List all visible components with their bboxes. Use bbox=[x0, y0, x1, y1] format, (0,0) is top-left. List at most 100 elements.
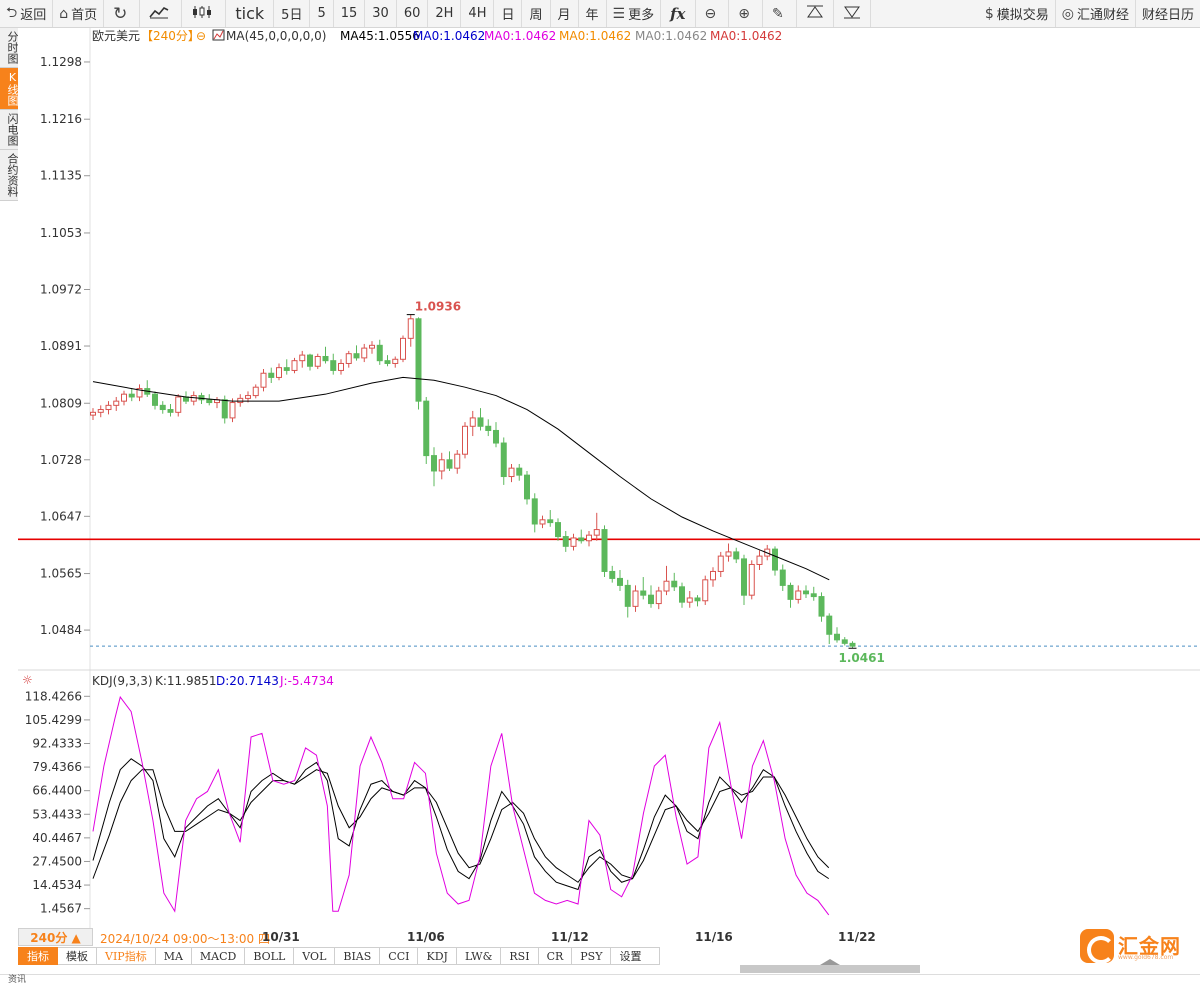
kdj-settings-icon[interactable]: ☼ bbox=[22, 673, 33, 687]
candle-body bbox=[756, 555, 763, 565]
candle-body bbox=[516, 467, 523, 476]
draw-button[interactable]: ✎ bbox=[763, 0, 797, 27]
tab-kline[interactable]: K线图 bbox=[0, 68, 19, 110]
candle-body bbox=[431, 455, 437, 472]
candle-body bbox=[787, 584, 794, 600]
back-arrow-icon: ⮌ bbox=[6, 4, 18, 21]
kdj-y-tick-label: 53.4433 bbox=[32, 807, 82, 821]
y-tick-label: 1.0972 bbox=[40, 282, 82, 296]
period-month[interactable]: 月 bbox=[551, 0, 579, 27]
candle-body bbox=[640, 590, 647, 596]
zoom-in-button[interactable]: ⊕ bbox=[729, 0, 763, 27]
tab-lw[interactable]: LW& bbox=[456, 947, 502, 965]
tab-cci[interactable]: CCI bbox=[380, 947, 419, 965]
candle-body bbox=[655, 590, 662, 605]
ma-settings-icon[interactable]: ⊖ bbox=[196, 29, 206, 43]
back-label: 返回 bbox=[20, 8, 47, 23]
horizontal-scrollbar[interactable] bbox=[740, 959, 920, 973]
candle-type-button[interactable] bbox=[182, 0, 227, 27]
tab-psy[interactable]: PSY bbox=[572, 947, 612, 965]
tab-kdj[interactable]: KDJ bbox=[418, 947, 457, 965]
candle-body bbox=[632, 590, 639, 607]
y-tick-label: 1.0891 bbox=[40, 339, 82, 353]
tab-indicator[interactable]: 指标 bbox=[18, 947, 58, 965]
period-week[interactable]: 周 bbox=[522, 0, 551, 27]
calendar-button[interactable]: 财经日历 bbox=[1136, 0, 1200, 27]
candle-body bbox=[702, 579, 709, 602]
kdj-y-tick-label: 118.4266 bbox=[25, 689, 82, 703]
kdj-y-tick-label: 27.4500 bbox=[32, 854, 82, 868]
triangle-up-icon bbox=[806, 5, 824, 23]
y-tick-label: 1.0647 bbox=[40, 509, 82, 523]
formula-button[interactable]: fx bbox=[661, 0, 696, 27]
candle-body bbox=[555, 522, 561, 538]
candle-body bbox=[152, 393, 158, 406]
tab-contract-info[interactable]: 合约资料 bbox=[0, 150, 19, 201]
huitong-button[interactable]: ◎ 汇通财经 bbox=[1056, 0, 1136, 27]
tab-template[interactable]: 模板 bbox=[58, 947, 97, 965]
candle-body bbox=[113, 400, 120, 406]
candle-body bbox=[299, 354, 306, 362]
candle-body bbox=[446, 459, 453, 469]
candle-body bbox=[105, 404, 112, 411]
circle-logo-icon: ◎ bbox=[1061, 5, 1074, 22]
candle-body bbox=[97, 409, 104, 413]
fx-icon: fx bbox=[670, 4, 686, 23]
tab-vip-indicator[interactable]: VIP指标 bbox=[97, 947, 156, 965]
period-5[interactable]: 5 bbox=[310, 0, 334, 27]
home-button[interactable]: ⌂ 首页 bbox=[53, 0, 105, 27]
period-badge[interactable]: 240分 ▲ bbox=[18, 928, 93, 946]
chart-type-button[interactable] bbox=[140, 0, 183, 27]
tab-settings[interactable]: 设置 bbox=[611, 947, 661, 965]
tab-timeshare[interactable]: 分时图 bbox=[0, 28, 19, 68]
date-tick: 10/31 bbox=[262, 930, 300, 944]
tab-bias[interactable]: BIAS bbox=[335, 947, 381, 965]
chart-area[interactable]: 欧元美元 【240分】 ⊖ MA(45,0,0,0,0,0) MA45:1.05… bbox=[18, 28, 1200, 928]
period-4h[interactable]: 4H bbox=[461, 0, 495, 27]
logo-url: www.gold678.com bbox=[1118, 954, 1174, 961]
candle-body bbox=[686, 597, 693, 603]
tab-flash[interactable]: 闪电图 bbox=[0, 110, 19, 150]
more-button[interactable]: ☰ 更多 bbox=[607, 0, 662, 27]
zoom-in-icon: ⊕ bbox=[738, 5, 750, 22]
candle-body bbox=[322, 355, 329, 362]
home-label: 首页 bbox=[71, 8, 98, 23]
period-day[interactable]: 日 bbox=[494, 0, 523, 27]
tab-cr[interactable]: CR bbox=[538, 947, 573, 965]
candle-body bbox=[121, 393, 127, 402]
period-15[interactable]: 15 bbox=[334, 0, 366, 27]
candle-body bbox=[717, 555, 724, 572]
ma-value: MA0:1.0462 bbox=[484, 29, 556, 43]
y-tick-label: 1.1135 bbox=[40, 169, 82, 183]
tab-macd[interactable]: MACD bbox=[191, 947, 246, 965]
y-tick-label: 1.0565 bbox=[40, 567, 82, 581]
tab-ma[interactable]: MA bbox=[155, 947, 192, 965]
date-tick: 11/06 bbox=[407, 930, 445, 944]
tab-boll[interactable]: BOLL bbox=[245, 947, 295, 965]
scroll-up-arrow-icon[interactable] bbox=[820, 959, 840, 965]
down-triangle-button[interactable] bbox=[834, 0, 871, 27]
candle-body bbox=[268, 372, 275, 378]
refresh-button[interactable]: ↻ bbox=[104, 0, 141, 27]
back-button[interactable]: ⮌ 返回 bbox=[0, 0, 54, 27]
period-tick[interactable]: tick bbox=[226, 0, 275, 27]
up-triangle-button[interactable] bbox=[797, 0, 834, 27]
tab-vol[interactable]: VOL bbox=[294, 947, 336, 965]
period-year[interactable]: 年 bbox=[579, 0, 607, 27]
period-5d[interactable]: 5日 bbox=[274, 0, 311, 27]
candle-body bbox=[407, 318, 414, 339]
period-60[interactable]: 60 bbox=[397, 0, 429, 27]
symbol-label: 欧元美元 bbox=[92, 29, 140, 43]
zoom-out-button[interactable]: ⊖ bbox=[696, 0, 730, 27]
period-2h[interactable]: 2H bbox=[428, 0, 462, 27]
y-tick-label: 1.0728 bbox=[40, 453, 82, 467]
triangle-down-icon bbox=[843, 5, 861, 23]
candle-body bbox=[710, 570, 716, 581]
period-30[interactable]: 30 bbox=[365, 0, 397, 27]
tab-rsi[interactable]: RSI bbox=[501, 947, 539, 965]
kdj-j-value: J:-5.4734 bbox=[279, 674, 334, 688]
simulated-trading-button[interactable]: $ 模拟交易 bbox=[979, 0, 1056, 27]
candle-body bbox=[733, 551, 740, 560]
candle-body bbox=[772, 548, 778, 571]
line-chart-icon bbox=[149, 5, 169, 23]
